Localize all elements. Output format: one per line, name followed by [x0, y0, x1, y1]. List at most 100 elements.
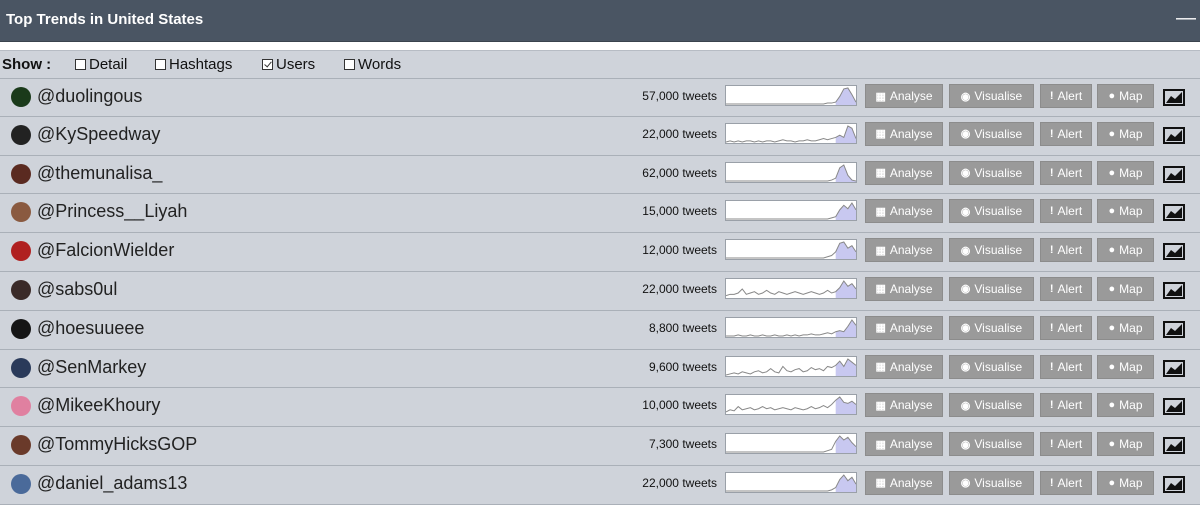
map-button[interactable]: ● Map [1097, 393, 1154, 418]
map-button[interactable]: ● Map [1097, 160, 1154, 185]
area-chart-icon[interactable] [1163, 358, 1185, 378]
globe-icon: ● [1108, 166, 1116, 179]
user-handle-link[interactable]: @duolingous [37, 86, 142, 107]
filter-words[interactable]: Words [344, 56, 401, 73]
user-handle-link[interactable]: @Princess__Liyah [37, 201, 187, 222]
filter-users[interactable]: Users [262, 56, 315, 73]
exclamation-icon: ! [1049, 90, 1054, 102]
table-row: @duolingous 57,000 tweets ▦ Analyse ◉ Visuali… [0, 78, 1200, 117]
alert-button[interactable]: ! Alert [1040, 84, 1092, 108]
analyse-label: Analyse [889, 126, 933, 141]
alert-button[interactable]: ! Alert [1040, 432, 1092, 457]
sparkline-chart [726, 241, 856, 260]
globe-icon: ● [1108, 360, 1116, 373]
words-checkbox[interactable] [344, 59, 355, 70]
table-icon: ▦ [875, 244, 886, 257]
visualise-button[interactable]: ◉ Visualise [949, 393, 1034, 418]
map-button[interactable]: ● Map [1097, 238, 1154, 263]
exclamation-icon: ! [1049, 127, 1054, 140]
user-handle-link[interactable]: @TommyHicksGOP [37, 434, 197, 455]
visualise-button[interactable]: ◉ Visualise [949, 238, 1034, 263]
alert-button[interactable]: ! Alert [1040, 199, 1092, 224]
analyse-label: Analyse [889, 243, 933, 258]
visualise-label: Visualise [974, 89, 1023, 103]
alert-button[interactable]: ! Alert [1040, 276, 1092, 301]
visualise-button[interactable]: ◉ Visualise [949, 84, 1034, 108]
map-button[interactable]: ● Map [1097, 199, 1154, 224]
eye-icon: ◉ [960, 167, 971, 180]
area-chart-icon[interactable] [1163, 396, 1185, 416]
area-chart-icon[interactable] [1163, 241, 1185, 261]
analyse-button[interactable]: ▦ Analyse [865, 121, 943, 146]
collapse-button[interactable]: — [1176, 8, 1196, 28]
analyse-button[interactable]: ▦ Analyse [865, 393, 943, 418]
analyse-button[interactable]: ▦ Analyse [865, 199, 943, 224]
user-handle-link[interactable]: @FalcionWielder [37, 240, 174, 261]
filter-hashtags[interactable]: Hashtags [155, 56, 232, 73]
analyse-button[interactable]: ▦ Analyse [865, 470, 943, 495]
area-chart-icon[interactable] [1163, 202, 1185, 222]
alert-button[interactable]: ! Alert [1040, 470, 1092, 495]
table-row: @TommyHicksGOP 7,300 tweets ▦ Analyse ◉ Visua… [0, 427, 1200, 466]
users-checkbox[interactable] [262, 59, 273, 70]
visualise-button[interactable]: ◉ Visualise [949, 432, 1034, 457]
visualise-button[interactable]: ◉ Visualise [949, 276, 1034, 301]
area-chart-icon[interactable] [1163, 87, 1185, 107]
alert-button[interactable]: ! Alert [1040, 121, 1092, 146]
map-button[interactable]: ● Map [1097, 121, 1154, 146]
analyse-button[interactable]: ▦ Analyse [865, 315, 943, 340]
area-chart-icon[interactable] [1163, 474, 1185, 494]
table-icon: ▦ [875, 399, 886, 412]
alert-button[interactable]: ! Alert [1040, 315, 1092, 340]
map-button[interactable]: ● Map [1097, 84, 1154, 108]
visualise-button[interactable]: ◉ Visualise [949, 315, 1034, 340]
exclamation-icon: ! [1049, 438, 1054, 451]
alert-button[interactable]: ! Alert [1040, 393, 1092, 418]
area-chart-icon[interactable] [1163, 164, 1185, 184]
area-chart-icon[interactable] [1163, 125, 1185, 145]
area-chart-icon[interactable] [1163, 435, 1185, 455]
user-handle-link[interactable]: @hoesuueee [37, 318, 144, 339]
visualise-button[interactable]: ◉ Visualise [949, 160, 1034, 185]
hashtags-checkbox[interactable] [155, 59, 166, 70]
detail-checkbox[interactable] [75, 59, 86, 70]
tweet-count: 7,300 tweets [648, 437, 717, 452]
area-chart-icon[interactable] [1163, 319, 1185, 339]
user-handle-link[interactable]: @MikeeKhoury [37, 395, 160, 416]
user-handle-link[interactable]: @KySpeedway [37, 124, 160, 145]
alert-label: Alert [1057, 281, 1083, 296]
user-handle-link[interactable]: @SenMarkey [37, 357, 146, 378]
table-row: @hoesuueee 8,800 tweets ▦ Analyse ◉ Visualise… [0, 310, 1200, 350]
analyse-button[interactable]: ▦ Analyse [865, 276, 943, 301]
analyse-button[interactable]: ▦ Analyse [865, 238, 943, 263]
map-button[interactable]: ● Map [1097, 276, 1154, 301]
user-handle-link[interactable]: @daniel_adams13 [37, 473, 187, 494]
map-button[interactable]: ● Map [1097, 315, 1154, 340]
alert-button[interactable]: ! Alert [1040, 238, 1092, 263]
analyse-button[interactable]: ▦ Analyse [865, 84, 943, 108]
filter-detail[interactable]: Detail [75, 56, 127, 73]
tweet-count: 62,000 tweets [642, 165, 717, 180]
map-button[interactable]: ● Map [1097, 470, 1154, 495]
globe-icon: ● [1108, 90, 1116, 102]
area-chart-icon[interactable] [1163, 280, 1185, 300]
avatar [11, 87, 31, 107]
user-handle-link[interactable]: @sabs0ul [37, 279, 117, 300]
visualise-label: Visualise [974, 359, 1023, 374]
alert-button[interactable]: ! Alert [1040, 354, 1092, 379]
alert-label: Alert [1057, 437, 1083, 452]
analyse-button[interactable]: ▦ Analyse [865, 432, 943, 457]
visualise-button[interactable]: ◉ Visualise [949, 121, 1034, 146]
map-button[interactable]: ● Map [1097, 432, 1154, 457]
visualise-button[interactable]: ◉ Visualise [949, 354, 1034, 379]
visualise-button[interactable]: ◉ Visualise [949, 470, 1034, 495]
alert-label: Alert [1057, 359, 1083, 374]
sparkline-chart [726, 280, 856, 298]
map-button[interactable]: ● Map [1097, 354, 1154, 379]
trend-list: @duolingous 57,000 tweets ▦ Analyse ◉ Visuali… [0, 78, 1200, 505]
analyse-button[interactable]: ▦ Analyse [865, 160, 943, 185]
analyse-button[interactable]: ▦ Analyse [865, 354, 943, 379]
user-handle-link[interactable]: @themunalisa_ [37, 163, 162, 184]
visualise-button[interactable]: ◉ Visualise [949, 199, 1034, 224]
alert-button[interactable]: ! Alert [1040, 160, 1092, 185]
